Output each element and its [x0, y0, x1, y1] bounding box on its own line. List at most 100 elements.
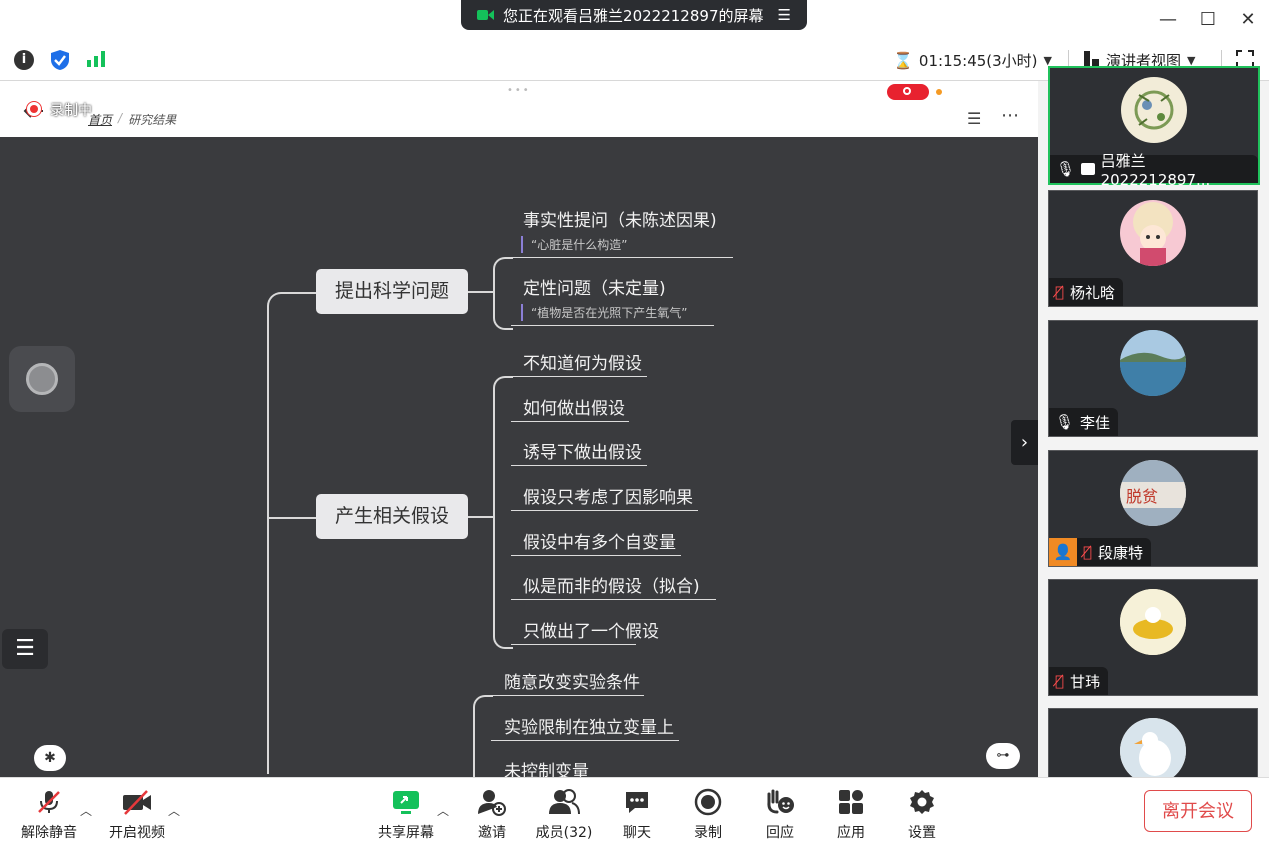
close-icon[interactable]: ✕ — [1235, 8, 1261, 32]
record-label: 录制 — [694, 825, 722, 841]
participant-tile[interactable] — [1048, 708, 1258, 784]
signal-strength-icon[interactable] — [86, 50, 106, 72]
start-video-button[interactable]: 开启视频 — [102, 786, 172, 842]
share-screen-icon — [372, 786, 440, 818]
branch-connector — [473, 695, 493, 777]
maximize-icon[interactable]: ☐ — [1195, 8, 1221, 32]
share-screen-label: 共享屏幕 — [378, 825, 434, 841]
leaf-hypothesis[interactable]: 如何做出假设 — [523, 394, 625, 419]
record-button[interactable]: 录制 — [683, 786, 733, 842]
participant-nameplate: 🎙 吕雅兰2022212897... — [1050, 152, 1258, 189]
share-banner-text: 您正在观看吕雅兰2022212897的屏幕 — [503, 6, 764, 25]
leave-meeting-button[interactable]: 离开会议 — [1144, 790, 1252, 832]
leaf-hypothesis[interactable]: 诱导下做出假设 — [523, 438, 642, 463]
participant-tile[interactable]: 🎙 吕雅兰2022212897... — [1048, 66, 1260, 189]
chat-button[interactable]: 聊天 — [612, 786, 662, 842]
collapse-sidebar-chevron-icon[interactable]: › — [1011, 420, 1038, 465]
leaf-qualitative-question[interactable]: 定性问题（未定量) — [523, 274, 666, 299]
reaction-icon — [755, 786, 805, 818]
breadcrumb-separator: / — [118, 111, 123, 125]
connector — [468, 516, 494, 518]
svg-text:脱贫: 脱贫 — [1126, 487, 1158, 506]
avatar — [1120, 589, 1186, 655]
chat-label: 聊天 — [623, 825, 651, 841]
minimize-icon[interactable]: — — [1155, 8, 1181, 32]
participant-tile[interactable]: 脱贫 👤 🎙̸ 段康特 — [1048, 450, 1258, 567]
unmute-label: 解除静音 — [21, 825, 77, 841]
leaf-underline — [511, 644, 636, 645]
members-button[interactable]: 成员(32) — [532, 786, 596, 842]
leaf-underline — [511, 555, 681, 556]
share-status-icon — [477, 8, 495, 22]
status-dot — [936, 89, 942, 95]
leaf-hypothesis[interactable]: 假设只考虑了因影响果 — [523, 483, 693, 508]
outline-list-icon[interactable]: ☰ — [967, 109, 981, 128]
leaf-quote: “植物是否在光照下产生氧气” — [521, 304, 687, 321]
participant-nameplate: 🎙̸ 杨礼晗 — [1049, 278, 1124, 306]
trunk-connector — [267, 292, 319, 774]
leaf-underline — [491, 740, 679, 741]
leaf-factual-question[interactable]: 事实性提问（未陈述因果) — [523, 206, 717, 231]
participant-tile[interactable]: 🎙 李佳 — [1048, 320, 1258, 437]
apps-button[interactable]: 应用 — [826, 786, 876, 842]
meeting-timer[interactable]: ⌛ 01:15:45(3小时) ▼ — [893, 50, 1052, 71]
timer-text: 01:15:45(3小时) — [918, 52, 1038, 70]
leaf-hypothesis[interactable]: 不知道何为假设 — [523, 349, 642, 374]
mic-muted-icon — [14, 786, 84, 818]
invite-button[interactable]: 邀请 — [467, 786, 517, 842]
leaf-underline — [511, 421, 629, 422]
reaction-button[interactable]: 回应 — [755, 786, 805, 842]
share-screen-button[interactable]: 共享屏幕 — [372, 786, 440, 842]
avatar — [1120, 330, 1186, 396]
recording-dot-icon — [26, 101, 42, 117]
banner-menu-icon[interactable]: ☰ — [777, 6, 790, 24]
record-pill[interactable] — [887, 84, 929, 100]
leaf-hypothesis[interactable]: 只做出了一个假设 — [523, 617, 659, 642]
participant-nameplate: 🎙̸ 甘玮 — [1049, 667, 1109, 695]
leaf-hypothesis[interactable]: 似是而非的假设（拟合) — [523, 572, 700, 597]
more-icon[interactable]: ⋯ — [1001, 105, 1019, 126]
hourglass-icon: ⌛ — [893, 51, 913, 70]
chevron-up-icon[interactable]: ︿ — [80, 802, 92, 819]
outline-toggle-icon[interactable]: ☰ — [2, 629, 48, 669]
leaf-experiment[interactable]: 随意改变实验条件 — [504, 668, 640, 693]
participant-nameplate: 👤 🎙̸ 段康特 — [1049, 538, 1152, 566]
start-video-label: 开启视频 — [109, 825, 165, 841]
leaf-underline — [511, 376, 647, 377]
mic-muted-icon: 🎙̸ — [1055, 283, 1065, 301]
breadcrumb-home[interactable]: 首页 — [88, 111, 112, 128]
participant-nameplate: 🎙 李佳 — [1049, 408, 1119, 436]
drag-handle[interactable]: ••• — [507, 85, 531, 96]
screen-share-banner[interactable]: 您正在观看吕雅兰2022212897的屏幕 ☰ — [461, 0, 807, 30]
mindmap-node-question[interactable]: 提出科学问题 — [316, 269, 468, 314]
leaf-hypothesis[interactable]: 假设中有多个自变量 — [523, 528, 676, 553]
video-off-icon — [102, 786, 172, 818]
leaf-underline — [511, 325, 714, 326]
members-icon — [532, 786, 596, 818]
floating-record-widget[interactable] — [9, 346, 75, 412]
leaf-experiment[interactable]: 实验限制在独立变量上 — [504, 713, 674, 738]
mindmap-node-hypothesis[interactable]: 产生相关假设 — [316, 494, 468, 539]
mic-muted-icon: 🎙̸ — [1055, 672, 1065, 690]
reaction-label: 回应 — [766, 825, 794, 841]
settings-label: 设置 — [908, 825, 936, 841]
branch-connector — [493, 376, 513, 649]
screen-sharing-icon — [1081, 163, 1095, 175]
settings-icon — [897, 786, 947, 818]
leaf-experiment[interactable]: 未控制变量 — [504, 757, 589, 777]
mic-on-icon: 🎙 — [1056, 160, 1076, 178]
chevron-up-icon[interactable]: ︿ — [168, 802, 180, 819]
mic-muted-icon: 🎙̸ — [1083, 543, 1093, 561]
avatar — [1120, 200, 1186, 266]
info-icon[interactable]: i — [14, 50, 34, 70]
connect-node-icon[interactable]: ⊶ — [986, 743, 1020, 769]
unmute-button[interactable]: 解除静音 — [14, 786, 84, 842]
chevron-up-icon[interactable]: ︿ — [437, 802, 449, 819]
participant-tile[interactable]: 🎙̸ 甘玮 — [1048, 579, 1258, 696]
security-shield-icon[interactable] — [50, 49, 70, 75]
branch-connector — [493, 257, 513, 330]
participant-tile[interactable]: 🎙̸ 杨礼晗 — [1048, 190, 1258, 307]
magic-wand-icon[interactable]: ✱ — [34, 745, 66, 771]
participant-name: 李佳 — [1080, 413, 1111, 432]
settings-button[interactable]: 设置 — [897, 786, 947, 842]
